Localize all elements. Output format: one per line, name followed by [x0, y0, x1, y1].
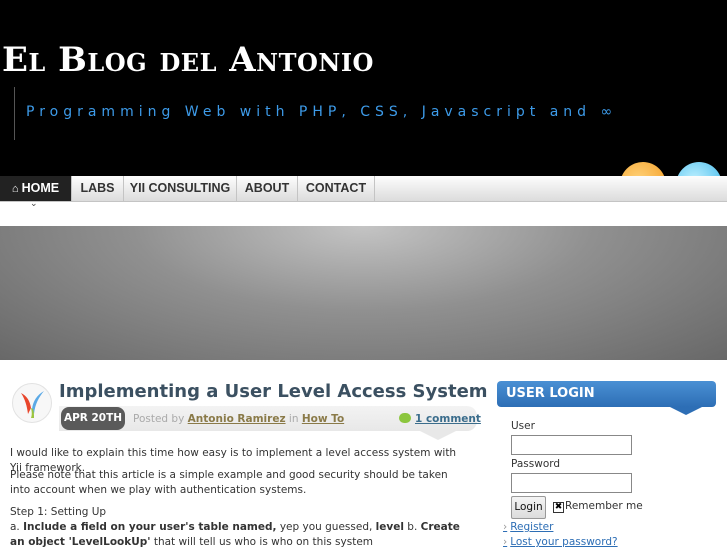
yii-logo-graphic — [21, 391, 44, 418]
remember-me-label: Remember me — [565, 500, 643, 512]
step-a-bold: Include a field on your user's table nam… — [23, 521, 277, 533]
remember-me-checkbox[interactable]: ✖ — [553, 502, 564, 513]
step-heading: Step 1: Setting Up — [10, 506, 107, 518]
widget-title-pointer — [670, 407, 702, 415]
tagline-divider — [14, 87, 15, 140]
post-category-link[interactable]: How To — [302, 413, 344, 425]
password-label: Password — [511, 458, 561, 470]
yii-logo-icon — [12, 383, 52, 423]
user-login-widget-title: USER LOGIN — [497, 381, 716, 407]
nav-item-home[interactable]: ⌂ HOME — [0, 176, 72, 201]
comments-count-label: 1 comment — [415, 413, 481, 425]
post-comments-link[interactable]: 1 comment — [399, 413, 481, 425]
site-tagline: Programming Web with PHP, CSS, Javascrip… — [26, 104, 618, 120]
step-a-bold-level: level — [375, 521, 404, 533]
active-nav-indicator-icon: ⌄ — [30, 199, 38, 209]
step-b-prefix: b. — [403, 521, 421, 533]
post-date-badge: APR 20TH — [61, 407, 125, 430]
user-label: User — [511, 420, 535, 432]
category-in-label: in — [288, 413, 299, 425]
post-author-link[interactable]: Antonio Ramirez — [188, 413, 286, 425]
meta-bar-pointer — [420, 431, 456, 440]
site-header: El Blog del Antonio Programming Web with… — [0, 0, 727, 176]
step-a-text: yep you guessed, — [276, 521, 376, 533]
user-input[interactable] — [511, 435, 632, 455]
step-a-prefix: a. — [10, 521, 24, 533]
register-link[interactable]: › Register — [503, 521, 553, 533]
password-input[interactable] — [511, 473, 632, 493]
rss-feed-icon[interactable] — [620, 162, 666, 176]
posted-by-label: Posted by — [133, 413, 185, 425]
login-button[interactable]: Login — [511, 496, 546, 519]
register-link-label: Register — [510, 521, 554, 533]
post-meta: Posted by Antonio Ramirez in How To — [133, 413, 344, 425]
nav-item-contact[interactable]: CONTACT — [298, 176, 375, 201]
step-b-text: that will tell us who is who on this sys… — [150, 536, 374, 548]
main-navigation: ⌂ HOME LABS YII CONSULTING ABOUT CONTACT — [0, 176, 727, 202]
lost-password-link-label: Lost your password? — [510, 536, 618, 548]
site-title[interactable]: El Blog del Antonio — [2, 40, 374, 80]
featured-banner — [0, 226, 727, 360]
nav-item-about[interactable]: ABOUT — [237, 176, 298, 201]
home-icon: ⌂ — [11, 183, 19, 195]
post-title[interactable]: Implementing a User Level Access System — [59, 381, 488, 402]
lost-password-link[interactable]: › Lost your password? — [503, 536, 618, 548]
chevron-right-icon: › — [503, 536, 508, 548]
chevron-right-icon: › — [503, 521, 508, 533]
nav-item-label: HOME — [21, 181, 60, 195]
post-step-paragraph: Step 1: Setting Up a. Include a field on… — [10, 505, 470, 550]
nav-item-labs[interactable]: LABS — [72, 176, 124, 201]
nav-item-yii-consulting[interactable]: YII CONSULTING — [124, 176, 237, 201]
twitter-icon[interactable] — [676, 162, 722, 176]
post-paragraph: Please note that this article is a simpl… — [10, 469, 448, 496]
